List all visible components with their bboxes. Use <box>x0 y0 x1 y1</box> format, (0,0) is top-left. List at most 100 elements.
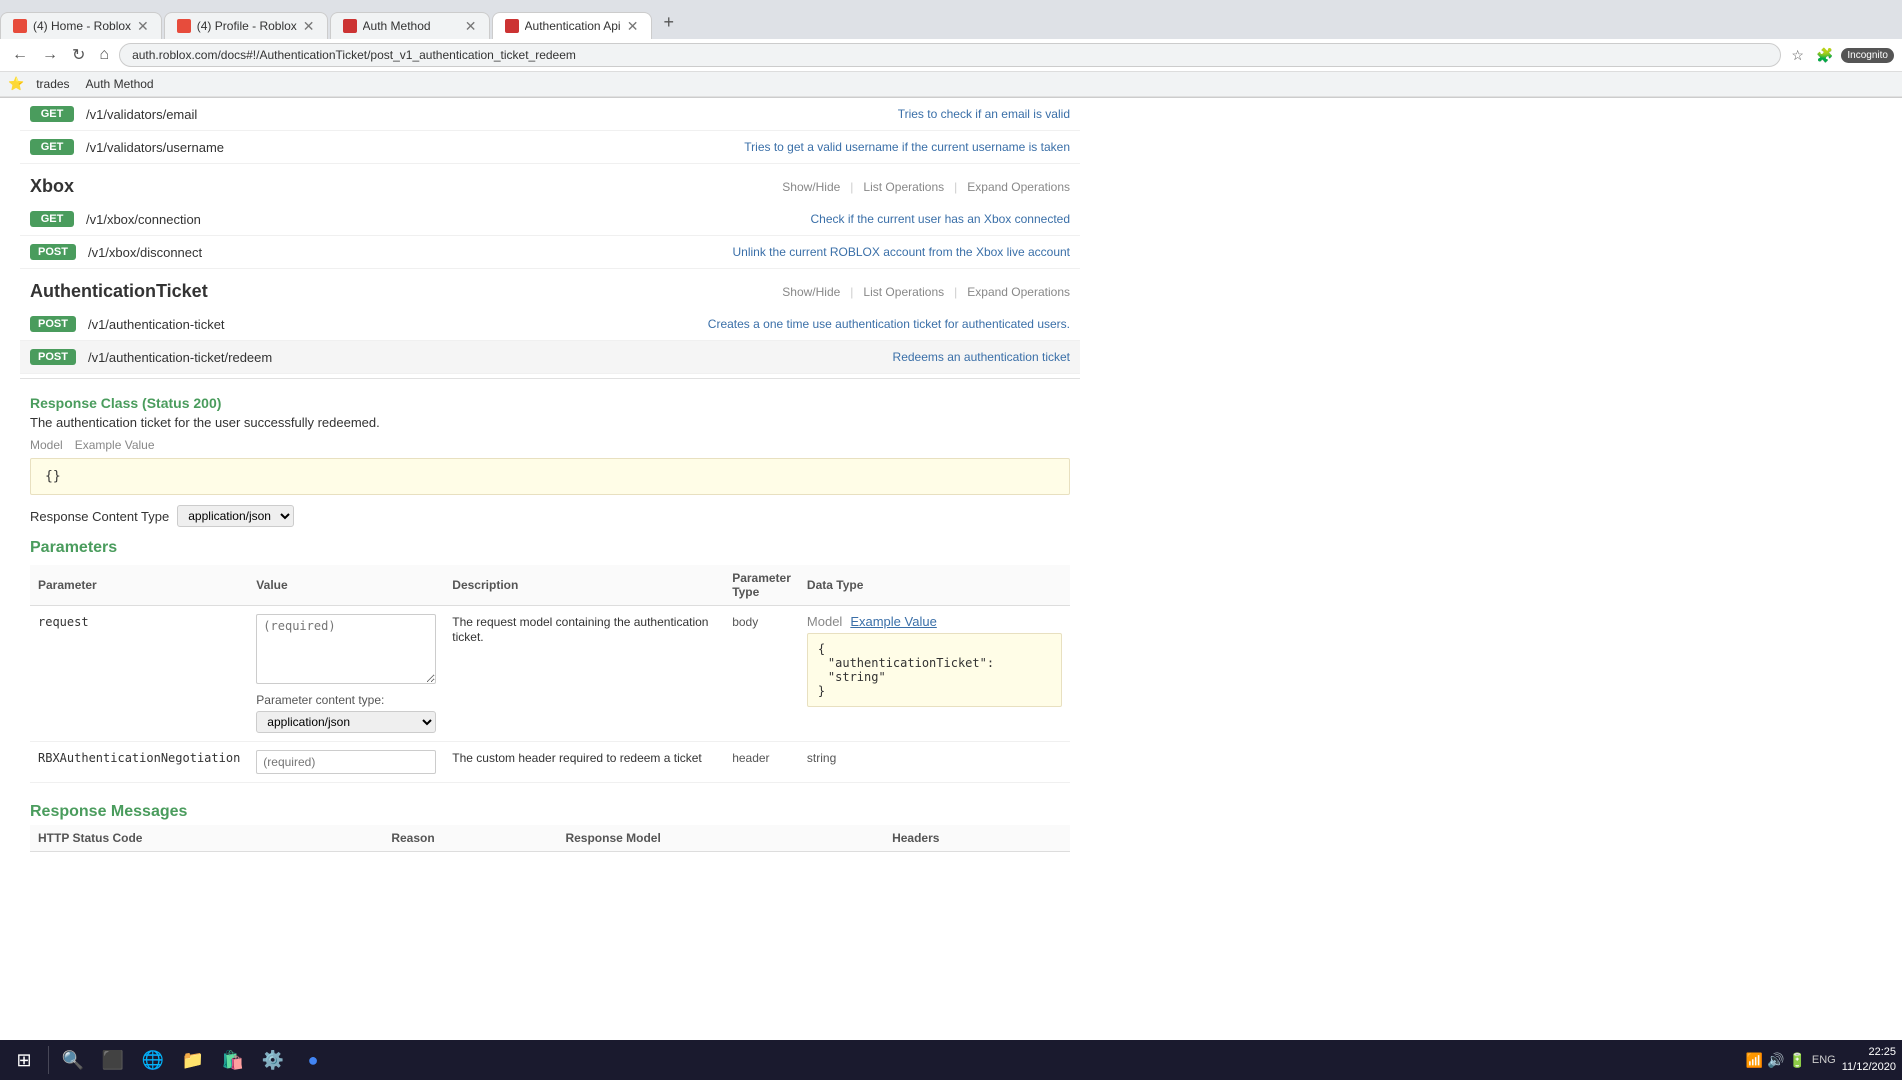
start-button[interactable]: ⊞ <box>6 1042 42 1078</box>
bookmarks-bar: ⭐ trades Auth Method <box>0 72 1902 97</box>
tab-close-home[interactable]: ✕ <box>137 19 149 33</box>
bookmark-trades-label: trades <box>36 77 69 91</box>
tab-label-home: (4) Home - Roblox <box>33 19 131 33</box>
taskbar-battery-icon: 🔋 <box>1788 1052 1805 1069</box>
method-get-username[interactable]: GET <box>30 139 74 155</box>
response-messages-header-row: HTTP Status Code Reason Response Model H… <box>30 825 1070 852</box>
taskbar-volume-icon: 🔊 <box>1767 1052 1784 1069</box>
tab-close-auth-api[interactable]: ✕ <box>627 19 639 33</box>
response-class-desc: The authentication ticket for the user s… <box>30 415 1070 430</box>
tab-favicon-profile <box>177 19 191 33</box>
content-type-row: Response Content Type application/json <box>30 505 1070 527</box>
reload-button[interactable]: ↻ <box>68 43 89 67</box>
response-class-section: Response Class (Status 200) The authenti… <box>30 395 1070 527</box>
model-label: Model <box>30 438 63 452</box>
tab-home[interactable]: (4) Home - Roblox ✕ <box>0 12 162 39</box>
auth-ticket-ops: Show/Hide | List Operations | Expand Ope… <box>782 285 1070 299</box>
taskbar-chrome[interactable]: ● <box>295 1042 331 1078</box>
auth-ticket-section-header: AuthenticationTicket Show/Hide | List Op… <box>20 269 1080 308</box>
data-type-json-content: "authenticationTicket": "string" <box>818 656 1051 684</box>
tab-close-auth-method[interactable]: ✕ <box>465 19 477 33</box>
auth-ticket-endpoints: POST /v1/authentication-ticket Creates a… <box>20 308 1080 374</box>
param-location-request: body <box>732 615 758 629</box>
param-name-rbx-auth: RBXAuthenticationNegotiation <box>38 751 240 765</box>
response-th-headers: Headers <box>884 825 1070 852</box>
xbox-show-hide[interactable]: Show/Hide <box>782 180 840 194</box>
extensions-icon[interactable]: 🧩 <box>1812 45 1837 66</box>
bookmark-icon[interactable]: ☆ <box>1787 45 1808 66</box>
taskbar: ⊞ 🔍 ⬛ 🌐 📁 🛍️ ⚙️ ● 📶 🔊 🔋 ENG 22:25 11/12/… <box>0 1040 1902 1080</box>
auth-ticket-show-hide[interactable]: Show/Hide <box>782 285 840 299</box>
bookmark-trades[interactable]: trades <box>32 75 73 93</box>
model-tab-example[interactable]: Example Value <box>75 438 155 452</box>
new-tab-button[interactable]: + <box>654 6 685 39</box>
tab-label-profile: (4) Profile - Roblox <box>197 19 297 33</box>
parameters-title: Parameters <box>30 539 1070 557</box>
param-content-type-select[interactable]: application/json <box>256 711 436 733</box>
parameters-section: Parameters Parameter Value Description P… <box>30 539 1070 783</box>
taskbar-folder[interactable]: 📁 <box>175 1042 211 1078</box>
api-row-email: GET /v1/validators/email Tries to check … <box>20 98 1080 131</box>
xbox-list-ops[interactable]: List Operations <box>863 180 944 194</box>
taskbar-lang: ENG <box>1812 1054 1836 1066</box>
api-path-email: /v1/validators/email <box>86 107 410 122</box>
params-th-parameter: Parameter <box>30 565 248 606</box>
api-row-xbox-connection: GET /v1/xbox/connection Check if the cur… <box>20 203 1080 236</box>
tab-favicon-auth-api <box>505 19 519 33</box>
xbox-expand-ops[interactable]: Expand Operations <box>967 180 1070 194</box>
taskbar-wifi-icon: 📶 <box>1746 1052 1763 1069</box>
xbox-ops: Show/Hide | List Operations | Expand Ope… <box>782 180 1070 194</box>
api-path-username: /v1/validators/username <box>86 140 410 155</box>
response-messages-table: HTTP Status Code Reason Response Model H… <box>30 825 1070 852</box>
content-type-select[interactable]: application/json <box>177 505 294 527</box>
taskbar-search[interactable]: 🔍 <box>55 1042 91 1078</box>
taskbar-edge[interactable]: 🌐 <box>135 1042 171 1078</box>
method-post-xbox-disconnect[interactable]: POST <box>30 244 76 260</box>
model-tabs: Model Example Value <box>30 438 1070 452</box>
forward-button[interactable]: → <box>38 44 62 66</box>
response-json-box: {} <box>30 458 1070 495</box>
params-th-data-type: Data Type <box>799 565 1070 606</box>
method-post-auth-ticket-redeem[interactable]: POST <box>30 349 76 365</box>
content-type-label: Response Content Type <box>30 509 169 524</box>
method-get-xbox-connection[interactable]: GET <box>30 211 74 227</box>
tab-auth-api[interactable]: Authentication Api ✕ <box>492 12 652 39</box>
incognito-badge: Incognito <box>1841 48 1894 63</box>
address-bar[interactable] <box>119 43 1781 67</box>
param-content-type-label: Parameter content type: <box>256 693 436 707</box>
response-th-status: HTTP Status Code <box>30 825 383 852</box>
taskbar-sep-1 <box>48 1046 49 1074</box>
param-value-request[interactable] <box>256 614 436 684</box>
param-data-type-json: { "authenticationTicket": "string" } <box>807 633 1062 707</box>
tab-bar: (4) Home - Roblox ✕ (4) Profile - Roblox… <box>0 0 1902 39</box>
taskbar-right: 📶 🔊 🔋 ENG 22:25 11/12/2020 <box>1746 1045 1896 1076</box>
auth-ticket-list-ops[interactable]: List Operations <box>863 285 944 299</box>
taskbar-store[interactable]: 🛍️ <box>215 1042 251 1078</box>
taskbar-settings[interactable]: ⚙️ <box>255 1042 291 1078</box>
xbox-endpoints: GET /v1/xbox/connection Check if the cur… <box>20 203 1080 269</box>
bookmark-auth-method[interactable]: Auth Method <box>82 75 158 93</box>
auth-ticket-title: AuthenticationTicket <box>30 281 782 302</box>
tab-auth-method[interactable]: Auth Method ✕ <box>330 12 490 39</box>
auth-ticket-expand-ops[interactable]: Expand Operations <box>967 285 1070 299</box>
bookmarks-icon: ⭐ <box>8 76 24 92</box>
method-post-auth-ticket[interactable]: POST <box>30 316 76 332</box>
taskbar-time: 22:25 <box>1842 1045 1896 1060</box>
response-th-reason: Reason <box>383 825 557 852</box>
taskbar-task-view[interactable]: ⬛ <box>95 1042 131 1078</box>
home-button[interactable]: ⌂ <box>95 44 113 66</box>
nav-bar: ← → ↻ ⌂ ☆ 🧩 Incognito <box>0 39 1902 72</box>
tab-close-profile[interactable]: ✕ <box>303 19 315 33</box>
tab-profile[interactable]: (4) Profile - Roblox ✕ <box>164 12 328 39</box>
param-value-rbx-auth[interactable] <box>256 750 436 774</box>
api-desc-auth-ticket-redeem: Redeems an authentication ticket <box>423 350 1070 364</box>
api-path-auth-ticket: /v1/authentication-ticket <box>88 317 411 332</box>
params-header-row: Parameter Value Description Parameter Ty… <box>30 565 1070 606</box>
back-button[interactable]: ← <box>8 44 32 66</box>
api-path-xbox-connection: /v1/xbox/connection <box>86 212 410 227</box>
api-path-xbox-disconnect: /v1/xbox/disconnect <box>88 245 411 260</box>
param-data-type-example-tab[interactable]: Example Value <box>850 614 936 629</box>
api-desc-username: Tries to get a valid username if the cur… <box>422 140 1070 154</box>
api-row-auth-ticket: POST /v1/authentication-ticket Creates a… <box>20 308 1080 341</box>
method-get-email[interactable]: GET <box>30 106 74 122</box>
